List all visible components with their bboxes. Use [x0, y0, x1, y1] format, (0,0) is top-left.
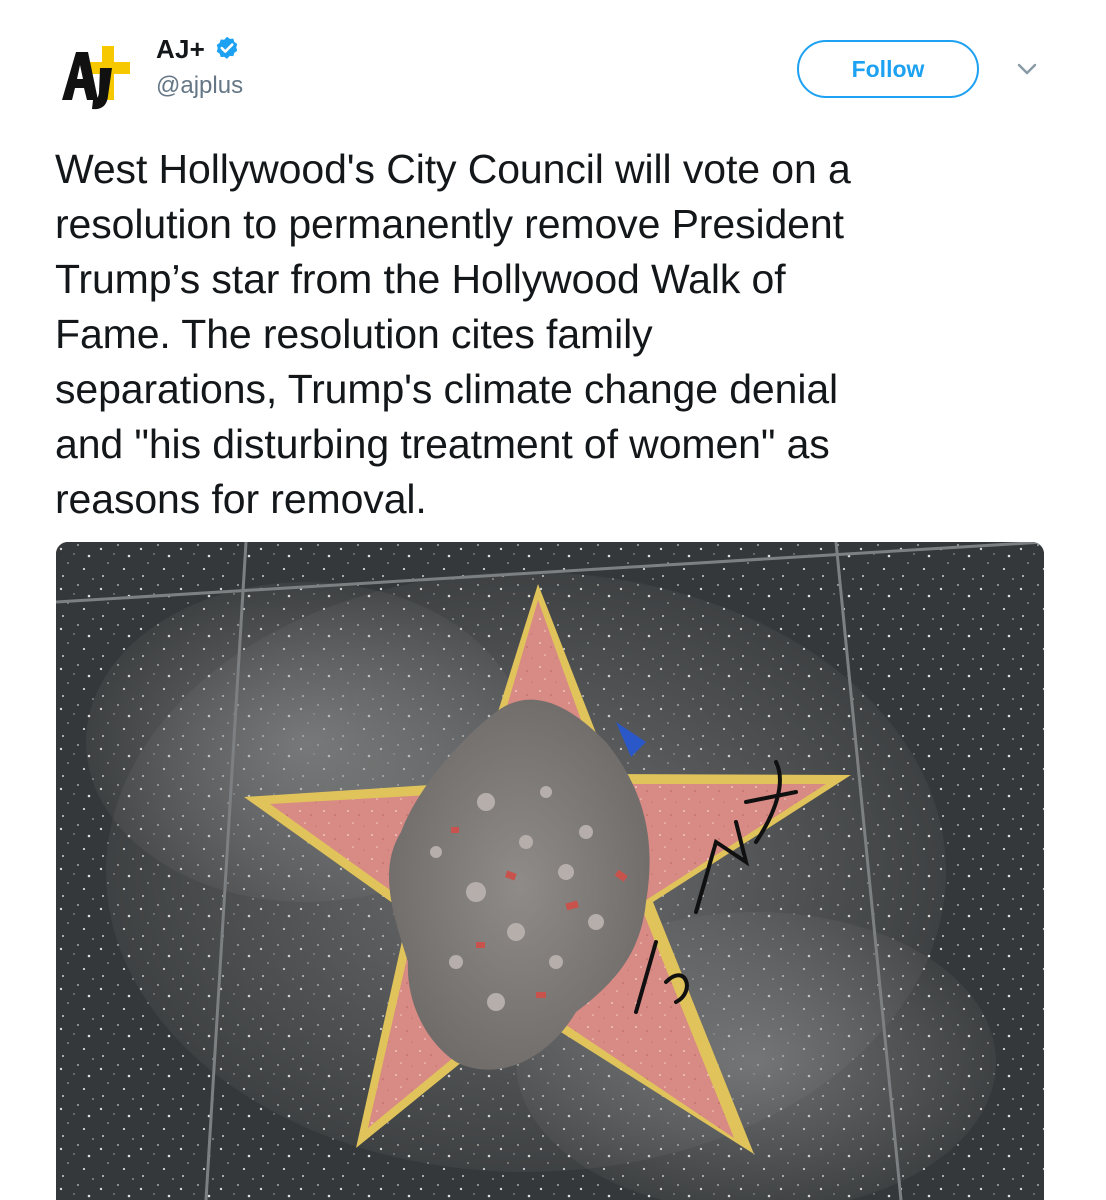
tweet-photo[interactable]: [56, 542, 1044, 1200]
chevron-down-icon[interactable]: [1013, 58, 1041, 80]
name-row: AJ+: [156, 32, 243, 66]
avatar[interactable]: [58, 38, 134, 114]
walk-of-fame-star-photo: [56, 542, 1044, 1200]
tweet-text: West Hollywood's City Council will vote …: [55, 146, 851, 522]
verified-badge-icon: [213, 35, 241, 63]
author-info: AJ+ @ajplus: [156, 32, 243, 100]
user-handle[interactable]: @ajplus: [156, 72, 243, 100]
follow-button[interactable]: Follow: [797, 40, 979, 98]
aj-plus-logo-icon: [62, 46, 130, 110]
tweet: AJ+ @ajplus Follow West Hollywood's City…: [0, 0, 1106, 1200]
display-name[interactable]: AJ+: [156, 34, 205, 65]
tweet-header: AJ+ @ajplus Follow: [0, 0, 1106, 130]
